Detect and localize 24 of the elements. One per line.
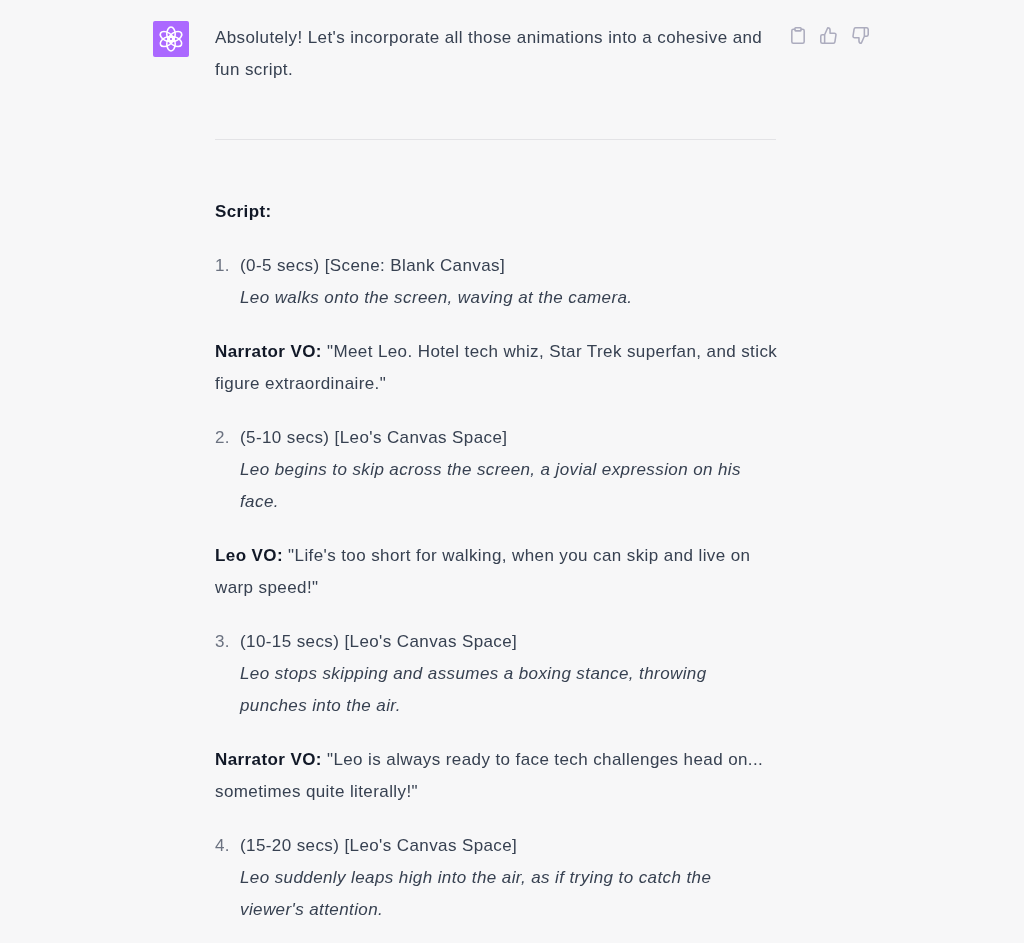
scene-heading-text: (15-20 secs) [Leo's Canvas Space] xyxy=(240,835,519,857)
action-text: Leo walks onto the screen, waving at the camera. xyxy=(240,287,634,309)
script-heading: Script: xyxy=(215,201,273,223)
thumbs-up-icon xyxy=(820,27,837,44)
voiceover-text: Narrator VO: "Meet Leo. Hotel tech whiz, Star Trek superfan, and stick figure extraordinaire." xyxy=(215,341,779,395)
copy-button[interactable] xyxy=(791,27,805,44)
action-text: Leo stops skipping and assumes a boxing stance, throwing punches into the air. xyxy=(240,663,708,717)
like-button[interactable] xyxy=(820,27,837,44)
thumbs-down-icon xyxy=(852,27,869,44)
list-number: 4. xyxy=(215,835,231,857)
list-number: 3. xyxy=(215,631,231,653)
scene-heading-text: (5-10 secs) [Leo's Canvas Space] xyxy=(240,427,509,449)
action-text: Leo begins to skip across the screen, a jovial expression on his face. xyxy=(240,459,742,513)
dislike-button[interactable] xyxy=(852,27,869,44)
clipboard-icon xyxy=(791,27,805,44)
assistant-avatar-icon xyxy=(153,21,189,57)
scene-heading-text: (10-15 secs) [Leo's Canvas Space] xyxy=(240,631,519,653)
list-number: 2. xyxy=(215,427,231,449)
voiceover-text: Leo VO: "Life's too short for walking, when you can skip and live on warp speed!" xyxy=(215,545,752,599)
scene-heading-text: (0-5 secs) [Scene: Blank Canvas] xyxy=(240,255,507,277)
voiceover-text: Narrator VO: "Leo is always ready to face tech challenges head on... sometimes quite literally!" xyxy=(215,749,765,803)
action-text: Leo suddenly leaps high into the air, as if trying to catch the viewer's attention. xyxy=(240,867,713,921)
message-text: Absolutely! Let's incorporate all those animations into a cohesive and fun script. xyxy=(215,27,764,81)
list-number: 1. xyxy=(215,255,231,277)
